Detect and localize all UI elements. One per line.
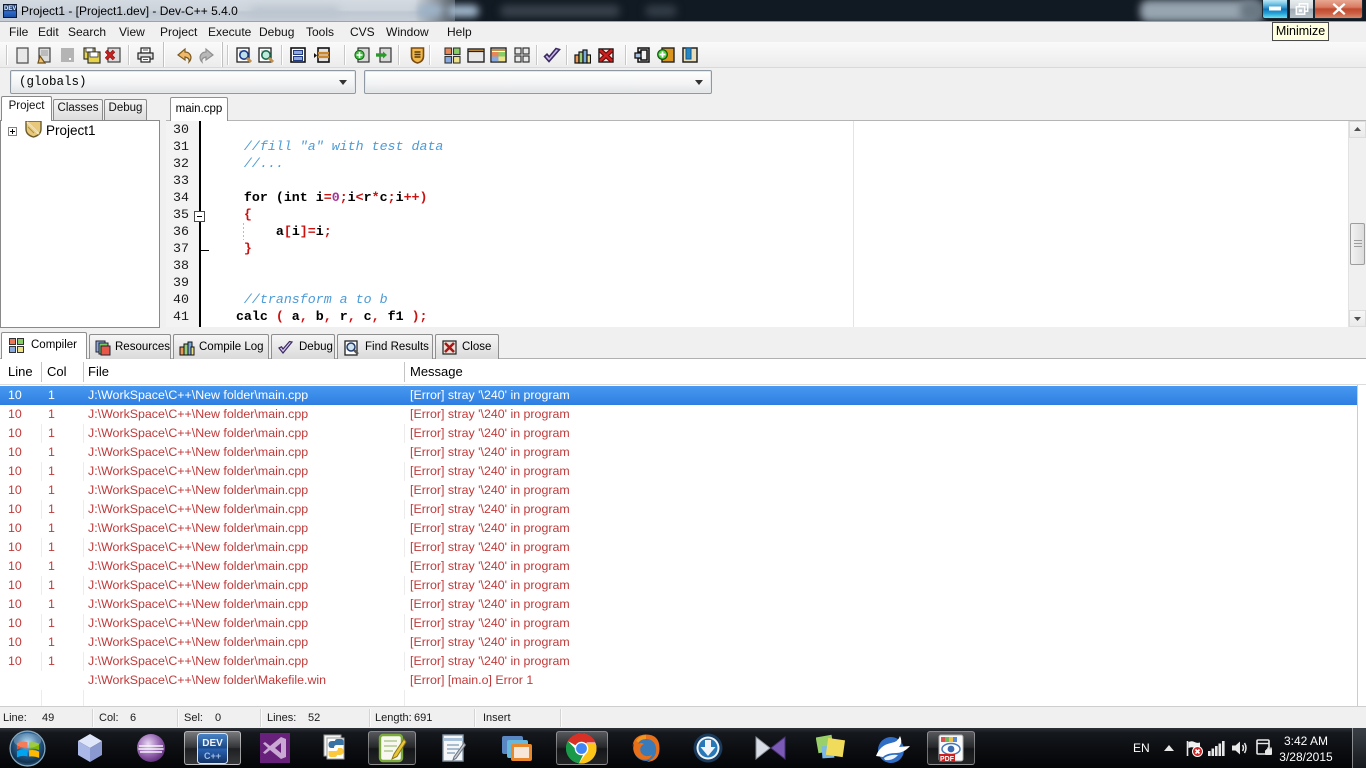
- svg-text:PDF: PDF: [940, 756, 955, 763]
- svg-text:DEV: DEV: [202, 738, 223, 749]
- svg-text:C++: C++: [204, 751, 221, 761]
